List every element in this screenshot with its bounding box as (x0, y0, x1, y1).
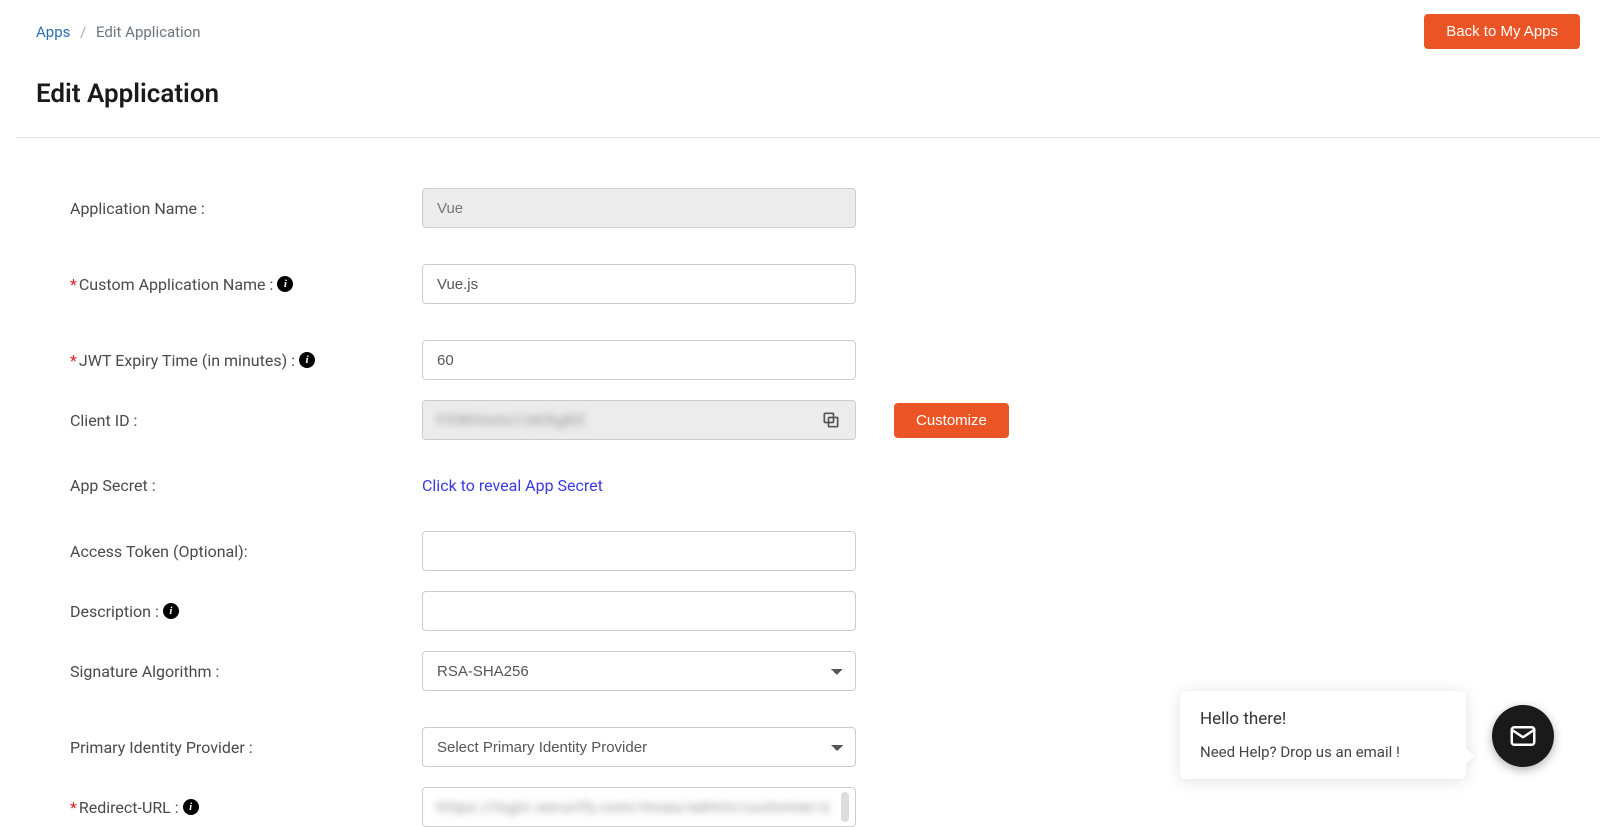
contact-fab[interactable] (1492, 705, 1554, 767)
signature-algorithm-select[interactable]: RSA-SHA256 (422, 651, 856, 691)
top-bar: Apps / Edit Application Back to My Apps (0, 0, 1616, 49)
required-marker: * (70, 351, 77, 370)
row-redirect-url: * Redirect-URL : i https://login.xecurif… (70, 787, 1580, 827)
breadcrumb-current: Edit Application (96, 23, 200, 41)
label-primary-idp: Primary Identity Provider : (70, 738, 422, 757)
application-name-input (422, 188, 856, 228)
info-icon[interactable]: i (163, 603, 179, 619)
row-description: Description : i (70, 591, 1580, 631)
page-title: Edit Application (36, 79, 1616, 109)
label-access-token: Access Token (Optional): (70, 542, 422, 561)
info-icon[interactable]: i (299, 352, 315, 368)
redirect-url-masked-value: https://login.xecurify.com/moas/admin/cu… (437, 798, 841, 816)
row-signature-algorithm: Signature Algorithm : RSA-SHA256 (70, 651, 1580, 691)
required-marker: * (70, 798, 77, 817)
copy-icon[interactable] (821, 410, 841, 430)
label-app-secret: App Secret : (70, 476, 422, 495)
row-jwt-expiry: * JWT Expiry Time (in minutes) : i (70, 340, 1580, 380)
tooltip-arrow (1465, 747, 1475, 765)
divider (16, 137, 1600, 138)
custom-app-name-input[interactable] (422, 264, 856, 304)
description-input[interactable] (422, 591, 856, 631)
breadcrumb: Apps / Edit Application (36, 23, 201, 41)
row-custom-app-name: * Custom Application Name : i (70, 264, 1580, 304)
breadcrumb-apps-link[interactable]: Apps (36, 23, 70, 41)
help-message: Need Help? Drop us an email ! (1200, 743, 1446, 761)
jwt-expiry-input[interactable] (422, 340, 856, 380)
client-id-masked-value: FXWHnmn1zkfkgRZ (437, 411, 821, 429)
redirect-url-input[interactable]: https://login.xecurify.com/moas/admin/cu… (422, 787, 856, 827)
label-jwt-expiry: JWT Expiry Time (in minutes) : (79, 351, 295, 370)
help-tooltip: Hello there! Need Help? Drop us an email… (1180, 691, 1466, 779)
label-application-name: Application Name : (70, 199, 422, 218)
label-redirect-url: Redirect-URL : (79, 798, 179, 817)
row-app-secret: App Secret : Click to reveal App Secret (70, 476, 1580, 495)
info-icon[interactable]: i (183, 799, 199, 815)
customize-button[interactable]: Customize (894, 403, 1009, 438)
required-marker: * (70, 275, 77, 294)
label-client-id: Client ID : (70, 411, 422, 430)
primary-idp-select[interactable]: Select Primary Identity Provider (422, 727, 856, 767)
label-custom-app-name: Custom Application Name : (79, 275, 274, 294)
back-to-my-apps-button[interactable]: Back to My Apps (1424, 14, 1580, 49)
help-greeting: Hello there! (1200, 709, 1446, 729)
info-icon[interactable]: i (277, 276, 293, 292)
row-application-name: Application Name : (70, 188, 1580, 228)
row-client-id: Client ID : FXWHnmn1zkfkgRZ Customize (70, 400, 1580, 440)
textarea-scrollbar[interactable] (841, 792, 849, 822)
label-description: Description : (70, 602, 159, 621)
client-id-field: FXWHnmn1zkfkgRZ (422, 400, 856, 440)
row-access-token: Access Token (Optional): (70, 531, 1580, 571)
label-signature-algorithm: Signature Algorithm : (70, 662, 422, 681)
mail-icon (1508, 721, 1538, 751)
reveal-app-secret-link[interactable]: Click to reveal App Secret (422, 476, 603, 495)
breadcrumb-separator: / (80, 23, 86, 41)
access-token-input[interactable] (422, 531, 856, 571)
